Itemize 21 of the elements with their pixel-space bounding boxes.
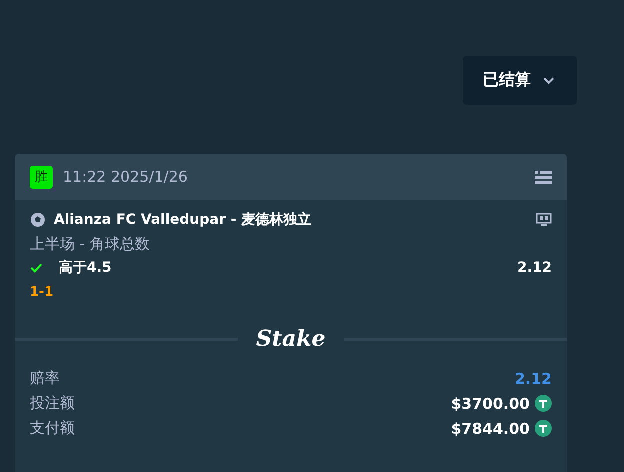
summary-value: $7844.00 bbox=[451, 420, 530, 438]
market-name: 上半场 - 角球总数 bbox=[30, 234, 150, 254]
stake-logo: Stake bbox=[256, 326, 326, 352]
soccer-ball-icon bbox=[30, 212, 46, 228]
summary-label: 投注额 bbox=[30, 394, 75, 413]
summary-value: $3700.00 bbox=[451, 394, 530, 412]
summary-value: 2.12 bbox=[514, 370, 552, 388]
outcome-label: 高于4.5 bbox=[59, 259, 113, 277]
status-badge: 胜 bbox=[30, 166, 53, 188]
chevron-down-icon bbox=[543, 76, 555, 84]
outcome-odds: 2.12 bbox=[517, 260, 552, 276]
summary-label: 赔率 bbox=[30, 369, 60, 388]
match-score: 1-1 bbox=[30, 284, 54, 300]
settled-filter-dropdown[interactable]: 已结算 bbox=[463, 56, 577, 105]
list-icon[interactable] bbox=[535, 170, 552, 184]
bet-time: 11:22 2025/1/26 bbox=[63, 168, 189, 186]
match-title[interactable]: Alianza FC Valledupar - 麦德林独立 bbox=[54, 211, 528, 229]
tether-coin-icon bbox=[535, 420, 552, 437]
summary-label: 支付额 bbox=[30, 419, 75, 438]
tether-coin-icon bbox=[535, 395, 552, 412]
scoreboard-icon[interactable] bbox=[536, 213, 552, 227]
